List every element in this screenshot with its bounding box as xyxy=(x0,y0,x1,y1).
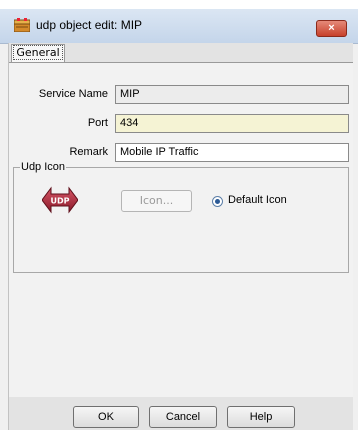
default-icon-label[interactable]: Default Icon xyxy=(228,194,287,206)
icon-button[interactable]: Icon... xyxy=(121,190,192,212)
cancel-button[interactable]: Cancel xyxy=(149,406,217,428)
default-icon-radio[interactable] xyxy=(212,196,223,207)
port-label: Port xyxy=(87,117,108,129)
service-name-label: Service Name xyxy=(38,88,108,100)
title-bar[interactable]: udp object edit: MIP × xyxy=(0,9,358,44)
remark-label: Remark xyxy=(69,146,108,158)
window-title: udp object edit: MIP xyxy=(36,18,143,32)
udp-icon: UDP xyxy=(42,186,78,214)
tab-general[interactable]: General xyxy=(11,44,65,62)
udp-icon-text: UDP xyxy=(51,197,70,206)
port-field[interactable]: 434 xyxy=(115,114,349,133)
service-name-field[interactable]: MIP xyxy=(115,85,349,104)
help-button[interactable]: Help xyxy=(227,406,295,428)
dialog-window: udp object edit: MIP × General Service N… xyxy=(0,9,358,430)
dialog-body: General Service Name MIP Port 434 Remark… xyxy=(8,43,353,430)
close-button[interactable]: × xyxy=(316,20,347,37)
udp-icon-group-title: Udp Icon xyxy=(20,161,67,173)
tab-general-label: General xyxy=(13,45,63,60)
remark-field[interactable]: Mobile IP Traffic xyxy=(115,143,349,162)
app-icon xyxy=(14,18,30,32)
udp-icon-group: Udp Icon UDP Icon... Default Icon xyxy=(13,161,349,273)
general-panel: Service Name MIP Port 434 Remark Mobile … xyxy=(9,62,353,397)
ok-button[interactable]: OK xyxy=(73,406,139,428)
